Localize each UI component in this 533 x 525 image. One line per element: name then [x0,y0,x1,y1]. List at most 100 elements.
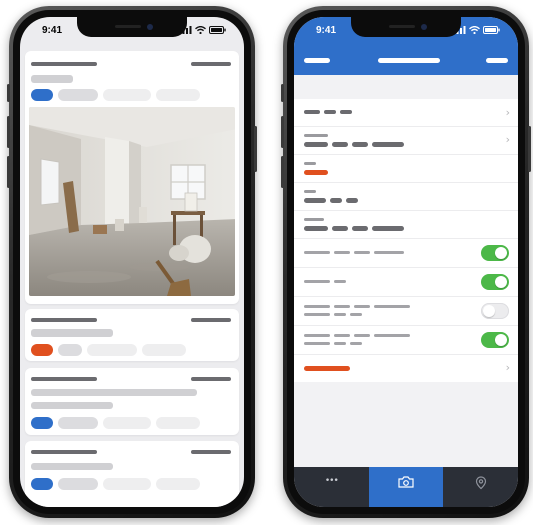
mute-switch [281,84,284,102]
tag-chip[interactable] [103,89,151,101]
tag-chip-primary[interactable] [31,344,53,356]
settings-row-link[interactable]: › [294,127,518,155]
wifi-icon [469,26,480,34]
row-caption-placeholder [304,162,316,165]
battery-icon [483,26,500,34]
tag-chip[interactable] [103,478,151,490]
tag-chip[interactable] [58,344,82,356]
row-value-placeholder [352,226,368,231]
status-time: 9:41 [316,24,337,36]
tab-location[interactable] [443,467,518,507]
card-title-placeholder [31,318,97,322]
toggle-switch-on[interactable] [481,245,509,261]
settings-row-value[interactable] [294,155,518,183]
row-label-placeholder [334,251,350,254]
power-button [528,126,531,172]
status-time: 9:41 [42,24,63,36]
card-title-placeholder [31,377,97,381]
volume-up-button [281,116,284,148]
front-camera [421,24,427,30]
feed-card-photo[interactable] [25,51,239,304]
row-caption-placeholder [304,190,316,193]
row-label-placeholder [304,280,330,283]
tag-chip[interactable] [156,417,200,429]
settings-row-link[interactable]: › [294,355,518,382]
chevron-right-icon: › [505,106,510,119]
row-label-placeholder [350,313,362,316]
toggle-switch-off[interactable] [481,303,509,319]
row-label-placeholder [304,313,330,316]
row-label-placeholder [304,251,330,254]
row-value-placeholder [372,142,404,147]
settings-row-toggle [294,239,518,268]
battery-icon [209,26,226,34]
tag-chip-primary[interactable] [31,478,53,490]
left-phone: 9:41 [7,6,257,518]
row-caption-placeholder [304,218,324,221]
volume-down-button [7,156,10,188]
feed-list[interactable] [20,43,244,507]
tab-more[interactable]: ••• [294,467,369,507]
toggle-switch-on[interactable] [481,332,509,348]
settings-list: › › › [294,99,518,382]
settings-row-value[interactable] [294,211,518,239]
tag-chip-primary[interactable] [31,89,53,101]
row-label-placeholder [334,342,346,345]
toggle-knob [495,276,507,288]
card-date-placeholder [191,450,231,454]
row-value-placeholder [352,142,368,147]
tag-chip[interactable] [87,344,137,356]
feed-card[interactable] [25,309,239,361]
row-label-placeholder [334,280,346,283]
bezel: 9:41 [13,10,251,514]
row-label-placeholder [340,110,352,114]
feed-card[interactable] [25,368,239,435]
wifi-icon [195,26,206,34]
tag-chip[interactable] [58,417,98,429]
front-camera [147,24,153,30]
row-label-placeholder [304,110,320,114]
row-label-placeholder [354,334,370,337]
notch [351,17,461,37]
tag-chip[interactable] [58,478,98,490]
more-dots-icon: ••• [324,476,339,486]
settings-row-value[interactable] [294,183,518,211]
card-tags [31,344,186,356]
header-action-placeholder[interactable] [486,58,508,63]
toggle-knob [495,334,507,346]
volume-up-button [7,116,10,148]
card-subtitle-placeholder [31,389,197,396]
chevron-right-icon: › [505,133,510,146]
room-photo-image [29,107,235,296]
feed-card[interactable] [25,441,239,507]
card-subtitle-placeholder [31,75,73,83]
toggle-knob [483,305,495,317]
row-action-accent-placeholder [304,366,350,371]
tag-chip[interactable] [103,417,151,429]
tab-camera[interactable] [368,467,444,507]
row-label-placeholder [374,334,410,337]
tag-chip[interactable] [58,89,98,101]
settings-row-link[interactable]: › [294,99,518,127]
location-pin-icon [475,476,486,490]
tag-chip-primary[interactable] [31,417,53,429]
tag-chip[interactable] [142,344,186,356]
toggle-switch-on[interactable] [481,274,509,290]
speaker [115,25,141,28]
card-subtitle-placeholder [31,402,113,409]
room-photo[interactable] [29,107,235,296]
row-label-placeholder [350,342,362,345]
settings-row-toggle [294,297,518,326]
notch [77,17,187,37]
settings-row-toggle [294,326,518,355]
row-value-placeholder [330,198,342,203]
settings-row-toggle [294,268,518,297]
row-value-accent-placeholder [304,170,328,175]
row-value-placeholder [332,142,348,147]
row-value-placeholder [304,226,328,231]
row-label-placeholder [374,305,410,308]
tag-chip[interactable] [156,478,200,490]
card-tags [31,478,200,490]
tag-chip[interactable] [156,89,200,101]
header-back-placeholder[interactable] [304,58,330,63]
